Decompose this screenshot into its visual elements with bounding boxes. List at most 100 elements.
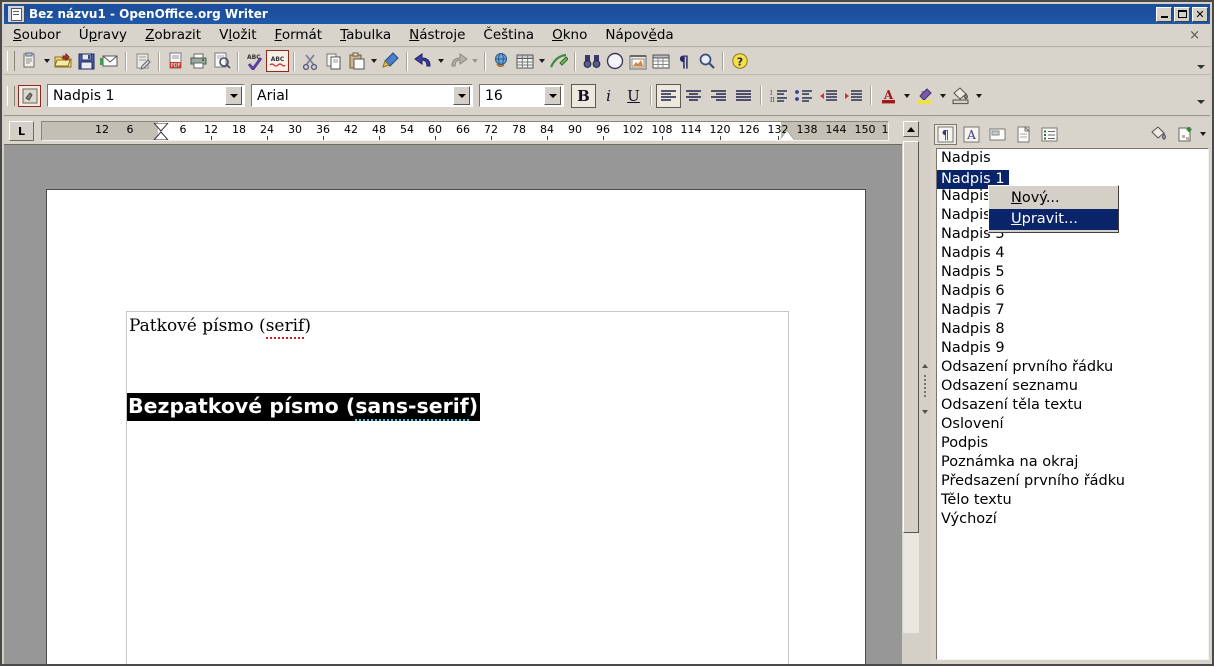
style-item-label[interactable]: Odsazení těla textu (937, 396, 1208, 415)
context-menu-item-edit[interactable]: Upravit... (989, 209, 1118, 230)
style-item-label[interactable]: Odsazení prvního řádku (937, 358, 1208, 377)
bold-button[interactable]: B (571, 83, 596, 108)
align-right-icon[interactable] (706, 84, 731, 108)
highlight-color-dropdown-icon[interactable] (937, 85, 948, 107)
panel-splitter[interactable] (920, 118, 930, 664)
print-preview-icon[interactable] (210, 50, 233, 72)
style-item-label[interactable]: Odsazení seznamu (937, 377, 1208, 396)
paragraph-sans-serif-sample-selected[interactable]: Bezpatkové písmo (sans-serif) (127, 393, 481, 421)
cut-scissors-icon[interactable] (299, 50, 322, 72)
send-email-icon[interactable] (98, 50, 121, 72)
list-styles-icon[interactable] (1038, 124, 1061, 145)
style-item-label[interactable]: Nadpis 9 (937, 339, 1208, 358)
list-item[interactable]: Odsazení prvního řádku (937, 358, 1208, 377)
align-left-icon[interactable] (656, 83, 681, 108)
list-item[interactable]: Nadpis 6 (937, 282, 1208, 301)
formatting-toolbar-overflow-button[interactable] (1196, 84, 1206, 108)
font-name-dropdown-icon[interactable] (453, 86, 470, 105)
font-size-value[interactable]: 16 (480, 88, 544, 104)
new-document-icon[interactable] (18, 50, 41, 72)
print-icon[interactable] (187, 50, 210, 72)
style-item-label[interactable]: Nadpis (937, 149, 1208, 168)
hyperlink-globe-icon[interactable] (490, 50, 513, 72)
paragraph-serif-sample[interactable]: Patkové písmo (serif) (129, 316, 311, 339)
style-item-label[interactable]: Podpis (937, 434, 1208, 453)
character-styles-icon[interactable]: A (960, 124, 983, 145)
scrollbar-thumb[interactable] (903, 141, 919, 533)
style-item-label[interactable]: Nadpis 6 (937, 282, 1208, 301)
clone-formatting-brush-icon[interactable] (379, 50, 402, 72)
spellcheck-icon[interactable]: ABC (243, 50, 266, 72)
undo-icon[interactable] (412, 50, 435, 72)
splitter-collapse-up-icon[interactable] (922, 364, 928, 368)
paragraph-style-dropdown-icon[interactable] (225, 86, 242, 105)
document-workspace[interactable]: Patkové písmo (serif) Bezpatkové písmo (… (4, 144, 902, 664)
menu-okno[interactable]: Okno (543, 25, 596, 45)
paragraph-styles-icon[interactable]: ¶ (934, 123, 957, 145)
style-item-label[interactable]: Poznámka na okraj (937, 453, 1208, 472)
style-item-label[interactable]: Oslovení (937, 415, 1208, 434)
menu-napoveda[interactable]: Nápověda (596, 25, 682, 45)
close-document-icon[interactable]: × (1189, 28, 1200, 43)
list-item[interactable]: Nadpis 9 (937, 339, 1208, 358)
open-folder-icon[interactable] (52, 50, 75, 72)
highlight-color-icon[interactable]: ab (912, 84, 937, 108)
style-item-label[interactable]: Výchozí (937, 510, 1208, 529)
redo-icon[interactable] (446, 50, 469, 72)
font-name-combobox[interactable]: Arial (251, 84, 473, 107)
italic-button[interactable]: i (596, 84, 621, 108)
list-item[interactable]: Odsazení těla textu (937, 396, 1208, 415)
paragraph-style-combobox[interactable]: Nadpis 1 (47, 84, 245, 107)
increase-indent-icon[interactable] (841, 84, 866, 108)
zoom-magnifier-icon[interactable] (695, 50, 718, 72)
list-item[interactable]: Oslovení (937, 415, 1208, 434)
minimize-button[interactable] (1156, 6, 1172, 22)
edit-file-icon[interactable] (131, 50, 154, 72)
menu-upravy[interactable]: Úpravy (70, 25, 136, 45)
scroll-up-button[interactable] (903, 121, 919, 137)
new-document-dropdown-icon[interactable] (41, 50, 52, 72)
font-name-value[interactable]: Arial (252, 88, 453, 104)
context-menu-item-new[interactable]: Nový... (989, 188, 1118, 209)
style-item-label[interactable]: Předsazení prvního řádku (937, 472, 1208, 491)
font-size-dropdown-icon[interactable] (544, 86, 561, 105)
style-item-label[interactable]: Tělo textu (937, 491, 1208, 510)
underline-button[interactable]: U (621, 84, 646, 108)
document-vertical-scrollbar[interactable] (902, 118, 920, 664)
splitter-collapse-down-icon[interactable] (922, 410, 928, 414)
data-sources-icon[interactable] (649, 50, 672, 72)
close-button[interactable]: ✕ (1192, 6, 1208, 22)
save-icon[interactable] (75, 50, 98, 72)
insert-table-dropdown-icon[interactable] (536, 50, 547, 72)
title-bar[interactable]: Bez názvu1 - OpenOffice.org Writer ✕ (4, 4, 1210, 24)
menu-vlozit[interactable]: Vložit (210, 25, 265, 45)
unordered-list-icon[interactable] (791, 84, 816, 108)
new-style-dropdown-icon[interactable] (1197, 123, 1208, 145)
list-item[interactable]: Předsazení prvního řádku (937, 472, 1208, 491)
style-item-label[interactable]: Nadpis 5 (937, 263, 1208, 282)
list-item[interactable]: Nadpis 7 (937, 301, 1208, 320)
autospellcheck-icon[interactable]: ABC (266, 50, 289, 72)
list-item[interactable]: Tělo textu (937, 491, 1208, 510)
undo-dropdown-icon[interactable] (435, 50, 446, 72)
tab-stop-selector-button[interactable]: L (9, 121, 34, 141)
scrollbar-track[interactable] (903, 533, 919, 633)
paragraph-style-value[interactable]: Nadpis 1 (48, 88, 225, 104)
text-frame[interactable]: Patkové písmo (serif) Bezpatkové písmo (… (126, 311, 789, 664)
page-styles-icon[interactable] (1012, 124, 1035, 145)
style-item-label[interactable]: Nadpis 4 (937, 244, 1208, 263)
insert-table-icon[interactable] (513, 50, 536, 72)
list-item[interactable]: Nadpis (937, 149, 1208, 168)
export-pdf-icon[interactable]: PDF (164, 50, 187, 72)
menu-cestina[interactable]: Čeština (474, 25, 543, 45)
frame-styles-icon[interactable] (986, 124, 1009, 145)
align-center-icon[interactable] (681, 84, 706, 108)
gallery-icon[interactable] (626, 50, 649, 72)
menu-nastroje[interactable]: Nástroje (400, 25, 474, 45)
redo-dropdown-icon[interactable] (469, 50, 480, 72)
fill-format-mode-icon[interactable] (1146, 124, 1169, 145)
list-item[interactable]: Nadpis 4 (937, 244, 1208, 263)
list-item[interactable]: Nadpis 5 (937, 263, 1208, 282)
find-replace-binoculars-icon[interactable] (580, 50, 603, 72)
copy-icon[interactable] (322, 50, 345, 72)
